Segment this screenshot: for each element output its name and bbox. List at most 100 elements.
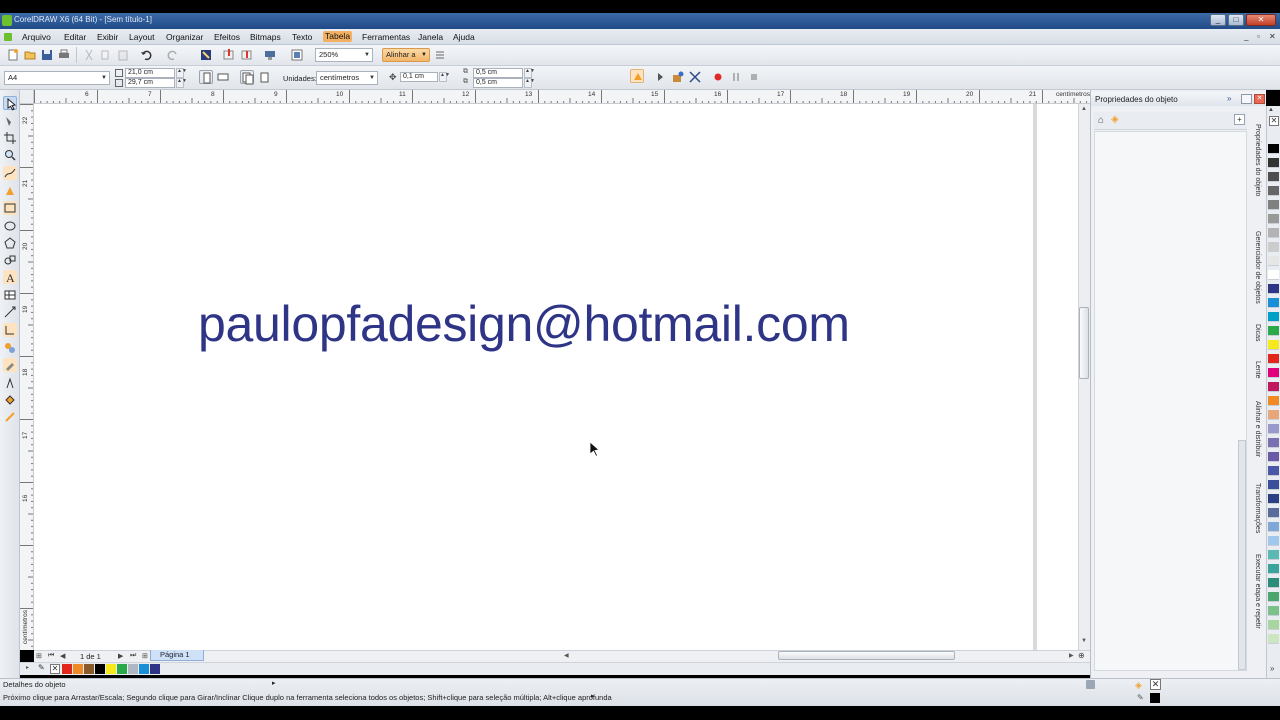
- duplicate-distance-y-field[interactable]: 0,5 cm: [473, 78, 523, 88]
- units-combo[interactable]: centímetros ▼: [316, 71, 378, 85]
- horizontal-scrollbar-thumb[interactable]: [778, 651, 955, 660]
- scroll-right-arrow-icon[interactable]: ▶: [1069, 652, 1074, 659]
- palette-swatch[interactable]: [1268, 424, 1279, 434]
- palette-swatch[interactable]: [1268, 480, 1279, 490]
- page-tab[interactable]: Página 1: [150, 650, 204, 661]
- add-page-icon[interactable]: ⊞: [36, 652, 42, 660]
- menu-ajuda[interactable]: Ajuda: [453, 32, 475, 42]
- copy-icon[interactable]: [99, 48, 113, 62]
- menu-exibir[interactable]: Exibir: [97, 32, 118, 42]
- redo-icon[interactable]: [166, 48, 180, 62]
- palette-swatch[interactable]: [1268, 522, 1279, 532]
- palette-swatch[interactable]: [1268, 158, 1279, 168]
- outline-tool-icon[interactable]: [3, 376, 17, 390]
- add-page-after-icon[interactable]: ⊞: [142, 652, 148, 660]
- search-content-icon[interactable]: [199, 48, 213, 62]
- menu-janela[interactable]: Janela: [418, 32, 443, 42]
- rectangle-tool-icon[interactable]: [3, 201, 17, 215]
- color-proof-icon[interactable]: [1086, 680, 1095, 689]
- portrait-icon[interactable]: [199, 70, 213, 84]
- last-page-icon[interactable]: ⏭: [130, 652, 136, 660]
- palette-swatch[interactable]: [1268, 284, 1279, 294]
- palette-swatch[interactable]: [1268, 256, 1279, 266]
- palette-swatch[interactable]: [1268, 326, 1279, 336]
- welcome-screen-icon[interactable]: [290, 48, 304, 62]
- current-page-icon[interactable]: [257, 70, 271, 84]
- zoom-tool-icon[interactable]: [3, 148, 17, 162]
- palette-swatch[interactable]: [139, 664, 149, 674]
- page-height-field[interactable]: 29,7 cm: [125, 78, 175, 88]
- open-icon[interactable]: [23, 48, 37, 62]
- palette-swatch[interactable]: [1268, 592, 1279, 602]
- text-tool-icon[interactable]: A: [3, 270, 17, 284]
- palette-swatch[interactable]: [1268, 536, 1279, 546]
- palette-swatch[interactable]: [1268, 200, 1279, 210]
- duplicate-y-spinner[interactable]: ▲▼: [524, 78, 535, 88]
- zoom-level-combo[interactable]: 250% ▼: [315, 48, 373, 62]
- palette-swatch[interactable]: [1268, 564, 1279, 574]
- palette-swatch[interactable]: [1268, 172, 1279, 182]
- shape-tool-icon[interactable]: [3, 114, 17, 128]
- publish-icon[interactable]: [263, 48, 277, 62]
- docker-close-button[interactable]: ✕: [1254, 94, 1265, 104]
- tab-align-distribute[interactable]: Alinhar e distribuir: [1254, 401, 1261, 457]
- save-icon[interactable]: [40, 48, 54, 62]
- first-page-icon[interactable]: ⏮: [48, 652, 54, 660]
- smart-fill-tool-icon[interactable]: [3, 184, 17, 198]
- width-spinner[interactable]: ▲▼: [176, 68, 187, 78]
- close-button[interactable]: ✕: [1246, 14, 1276, 26]
- palette-swatch[interactable]: [1268, 186, 1279, 196]
- polygon-tool-icon[interactable]: [3, 236, 17, 250]
- blend-tool-icon[interactable]: [3, 341, 17, 355]
- menu-organizar[interactable]: Organizar: [166, 32, 203, 42]
- previous-page-icon[interactable]: ◀: [60, 652, 65, 660]
- docker-float-button[interactable]: [1241, 94, 1252, 104]
- menu-ferramentas[interactable]: Ferramentas: [362, 32, 410, 42]
- macro-editor-icon[interactable]: [688, 70, 702, 84]
- tab-step-repeat[interactable]: Executar etapa e repetir: [1254, 554, 1261, 629]
- outline-pen-icon[interactable]: ⌂: [1098, 115, 1104, 126]
- basic-shapes-tool-icon[interactable]: [3, 253, 17, 267]
- palette-swatch[interactable]: [1268, 368, 1279, 378]
- palette-swatch[interactable]: [1268, 298, 1279, 308]
- tab-hints[interactable]: Dicas: [1254, 324, 1261, 342]
- paste-icon[interactable]: [116, 48, 130, 62]
- cut-icon[interactable]: [82, 48, 96, 62]
- palette-scroll-icon[interactable]: ▸: [26, 664, 29, 671]
- menu-tabela[interactable]: Tabela: [323, 31, 353, 42]
- menu-texto[interactable]: Texto: [292, 32, 312, 42]
- dimension-tool-icon[interactable]: [3, 305, 17, 319]
- scroll-left-arrow-icon[interactable]: ◀: [564, 652, 569, 659]
- palette-swatch[interactable]: [1268, 228, 1279, 238]
- ellipse-tool-icon[interactable]: [3, 219, 17, 233]
- palette-swatch[interactable]: [1268, 382, 1279, 392]
- no-fill-swatch-icon[interactable]: ✕: [1269, 116, 1279, 126]
- table-tool-icon[interactable]: [3, 288, 17, 302]
- palette-swatch[interactable]: [128, 664, 138, 674]
- palette-swatch[interactable]: [1268, 410, 1279, 420]
- palette-swatch[interactable]: [1268, 620, 1279, 630]
- pick-tool-icon[interactable]: [3, 96, 17, 111]
- doc-restore-button[interactable]: ▫: [1257, 32, 1260, 41]
- menu-editar[interactable]: Editar: [64, 32, 86, 42]
- eyedropper-tool-icon[interactable]: [3, 358, 17, 372]
- status-expand-arrow-icon[interactable]: ▸: [272, 679, 276, 687]
- palette-swatch[interactable]: [1268, 634, 1279, 644]
- minimize-button[interactable]: _: [1210, 14, 1226, 26]
- horizontal-ruler[interactable]: 6 7 8 9 10 11 12 13 14 15 16 17 18 19 20…: [34, 90, 1090, 104]
- edit-across-layers-icon[interactable]: [630, 69, 644, 83]
- new-document-icon[interactable]: [6, 48, 20, 62]
- palette-swatch[interactable]: [1268, 396, 1279, 406]
- palette-swatch[interactable]: [1268, 452, 1279, 462]
- landscape-icon[interactable]: [216, 70, 230, 84]
- tab-transformations[interactable]: Transformações: [1254, 483, 1261, 533]
- menu-bitmaps[interactable]: Bitmaps: [250, 32, 281, 42]
- nudge-spinner[interactable]: ▲▼: [439, 72, 450, 82]
- palette-expand-icon[interactable]: »: [1270, 664, 1274, 673]
- menu-arquivo[interactable]: Arquivo: [22, 32, 51, 42]
- palette-swatch[interactable]: [1268, 214, 1279, 224]
- page-size-combo[interactable]: A4 ▼: [4, 71, 110, 85]
- crop-tool-icon[interactable]: [3, 131, 17, 145]
- menu-layout[interactable]: Layout: [129, 32, 155, 42]
- doc-close-button[interactable]: ✕: [1269, 32, 1276, 41]
